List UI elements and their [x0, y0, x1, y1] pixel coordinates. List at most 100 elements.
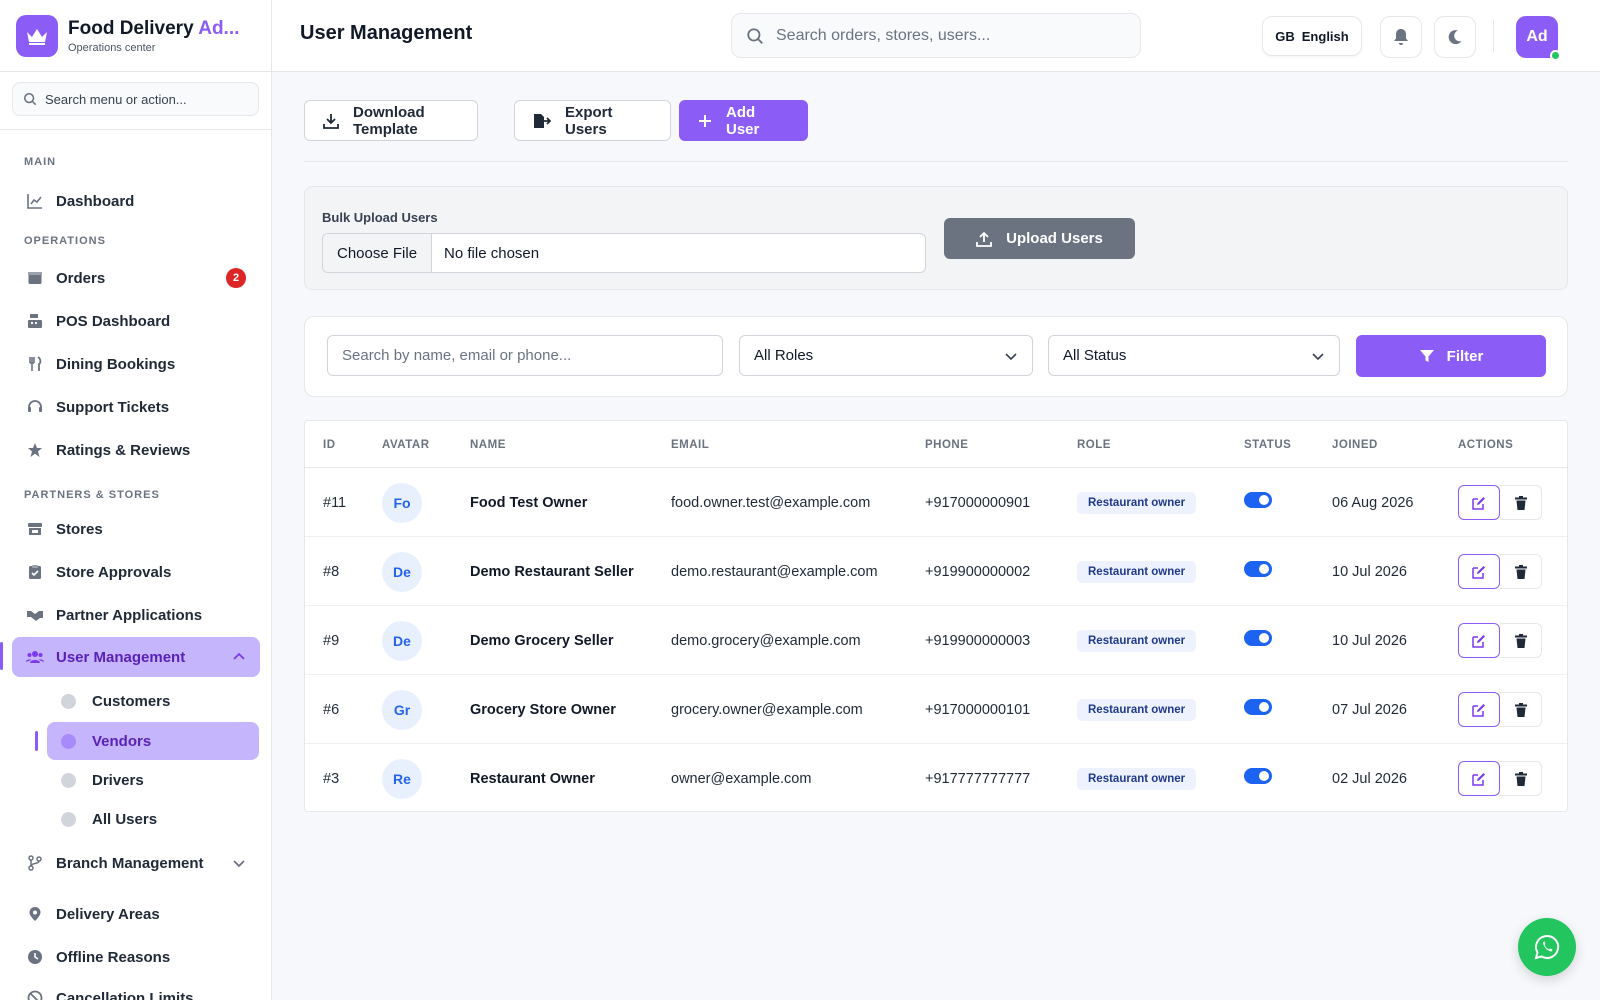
cell-phone: +919900000002 [925, 563, 1031, 580]
filter-button[interactable]: Filter [1356, 335, 1546, 377]
delete-button[interactable] [1500, 623, 1542, 658]
role-badge: Restaurant owner [1077, 491, 1197, 514]
sidebar-item-label: Store Approvals [56, 563, 172, 581]
col-email: EMAIL [671, 439, 710, 451]
sidebar-item-support[interactable]: Support Tickets [12, 387, 260, 427]
sidebar-item-ratings[interactable]: Ratings & Reviews [12, 430, 260, 470]
cell-role: Restaurant owner [1077, 675, 1197, 744]
table-row[interactable]: #3 Re Restaurant Owner owner@example.com… [305, 744, 1567, 813]
sidebar-item-cancellation-limits[interactable]: Cancellation Limits [12, 978, 260, 1000]
user-avatar[interactable]: Ad [1516, 16, 1561, 61]
cell-role: Restaurant owner [1077, 468, 1197, 537]
whatsapp-button[interactable] [1518, 918, 1576, 976]
edit-button[interactable] [1458, 623, 1500, 658]
file-status: No file chosen [444, 244, 540, 262]
status-toggle[interactable] [1244, 698, 1272, 715]
export-users-label: Export Users [565, 103, 613, 138]
sidebar-subitem-drivers[interactable]: Drivers [47, 761, 259, 799]
file-input[interactable]: Choose File No file chosen [322, 233, 926, 273]
theme-toggle-button[interactable] [1434, 16, 1476, 58]
role-select[interactable]: All Roles [739, 335, 1033, 376]
avatar: Re [382, 758, 422, 799]
sidebar-item-partner-applications[interactable]: Partner Applications [12, 595, 260, 635]
delete-button[interactable] [1500, 692, 1542, 727]
sidebar-item-branch-management[interactable]: Branch Management [12, 843, 260, 883]
edit-icon [1472, 772, 1485, 786]
sidebar-item-user-management[interactable]: User Management [12, 637, 260, 677]
sidebar-item-dashboard[interactable]: Dashboard [12, 181, 260, 221]
cell-id: #11 [323, 494, 347, 511]
table-header: ID AVATAR NAME EMAIL PHONE ROLE STATUS J… [305, 421, 1567, 468]
col-id: ID [323, 439, 336, 451]
sidebar-item-pos[interactable]: POS Dashboard [12, 301, 260, 341]
table-row[interactable]: #9 De Demo Grocery Seller demo.grocery@e… [305, 606, 1567, 675]
chevron-up-icon [232, 650, 246, 664]
trash-icon [1514, 633, 1527, 648]
sidebar-item-dining[interactable]: Dining Bookings [12, 344, 260, 384]
table-row[interactable]: #8 De Demo Restaurant Seller demo.restau… [305, 537, 1567, 606]
sidebar-subitem-all-users[interactable]: All Users [47, 800, 259, 838]
col-avatar: AVATAR [382, 439, 430, 451]
table-row[interactable]: #11 Fo Food Test Owner food.owner.test@e… [305, 468, 1567, 537]
sidebar-item-offline-reasons[interactable]: Offline Reasons [12, 937, 260, 977]
upload-users-button[interactable]: Upload Users [944, 218, 1135, 259]
status-select[interactable]: All Status [1048, 335, 1340, 376]
sidebar-item-delivery-areas[interactable]: Delivery Areas [12, 894, 260, 934]
status-toggle[interactable] [1244, 629, 1272, 646]
status-toggle[interactable] [1244, 560, 1272, 577]
plus-icon [698, 114, 712, 128]
edit-button[interactable] [1458, 485, 1500, 520]
sidebar-subitem-customers[interactable]: Customers [47, 682, 259, 720]
chevron-down-icon [1005, 352, 1017, 360]
delete-button[interactable] [1500, 485, 1542, 520]
avatar: Gr [382, 689, 422, 730]
role-badge: Restaurant owner [1077, 629, 1197, 652]
edit-button[interactable] [1458, 692, 1500, 727]
cell-joined: 07 Jul 2026 [1332, 701, 1407, 718]
table-row[interactable]: #6 Gr Grocery Store Owner grocery.owner@… [305, 675, 1567, 744]
user-search-placeholder: Search by name, email or phone... [342, 347, 572, 364]
cell-role: Restaurant owner [1077, 606, 1197, 675]
cell-joined: 10 Jul 2026 [1332, 563, 1407, 580]
section-main: MAIN [24, 156, 57, 168]
search-icon [23, 92, 37, 106]
user-search-input[interactable]: Search by name, email or phone... [327, 335, 723, 376]
global-search-input[interactable]: Search orders, stores, users... [731, 13, 1141, 58]
download-icon [323, 113, 339, 129]
sidebar-item-stores[interactable]: Stores [12, 509, 260, 549]
sidebar-subitem-label: Customers [92, 692, 171, 710]
sidebar: Food Delivery Ad... Operations center Se… [0, 0, 272, 1000]
cell-avatar: Gr [382, 675, 422, 744]
language-selector[interactable]: GB English [1262, 16, 1362, 56]
cell-joined: 06 Aug 2026 [1332, 494, 1414, 511]
dot-icon [61, 772, 76, 788]
active-indicator [0, 642, 3, 670]
sidebar-search-input[interactable]: Search menu or action... [12, 82, 259, 116]
cell-joined: 02 Jul 2026 [1332, 770, 1407, 787]
col-phone: PHONE [925, 439, 969, 451]
divider [1493, 20, 1494, 52]
sidebar-item-store-approvals[interactable]: Store Approvals [12, 552, 260, 592]
delete-button[interactable] [1500, 554, 1542, 589]
add-user-button[interactable]: Add User [679, 100, 808, 141]
notifications-button[interactable] [1380, 16, 1422, 58]
status-toggle[interactable] [1244, 767, 1272, 784]
sidebar-item-orders[interactable]: Orders 2 [12, 258, 260, 298]
cell-actions [1458, 606, 1542, 675]
choose-file-button[interactable]: Choose File [323, 234, 433, 272]
edit-button[interactable] [1458, 761, 1500, 796]
sidebar-item-label: Cancellation Limits [56, 989, 194, 1000]
cell-id: #8 [323, 563, 340, 580]
delete-button[interactable] [1500, 761, 1542, 796]
role-badge: Restaurant owner [1077, 767, 1197, 790]
export-users-button[interactable]: Export Users [514, 100, 671, 141]
edit-button[interactable] [1458, 554, 1500, 589]
trash-icon [1514, 702, 1527, 717]
brand[interactable]: Food Delivery Ad... Operations center [0, 0, 271, 72]
sidebar-item-label: Delivery Areas [56, 905, 160, 923]
sidebar-subitem-vendors[interactable]: Vendors [47, 722, 259, 760]
download-template-button[interactable]: Download Template [304, 100, 478, 141]
funnel-icon [1419, 348, 1435, 364]
upload-users-label: Upload Users [1006, 230, 1103, 247]
status-toggle[interactable] [1244, 491, 1272, 508]
